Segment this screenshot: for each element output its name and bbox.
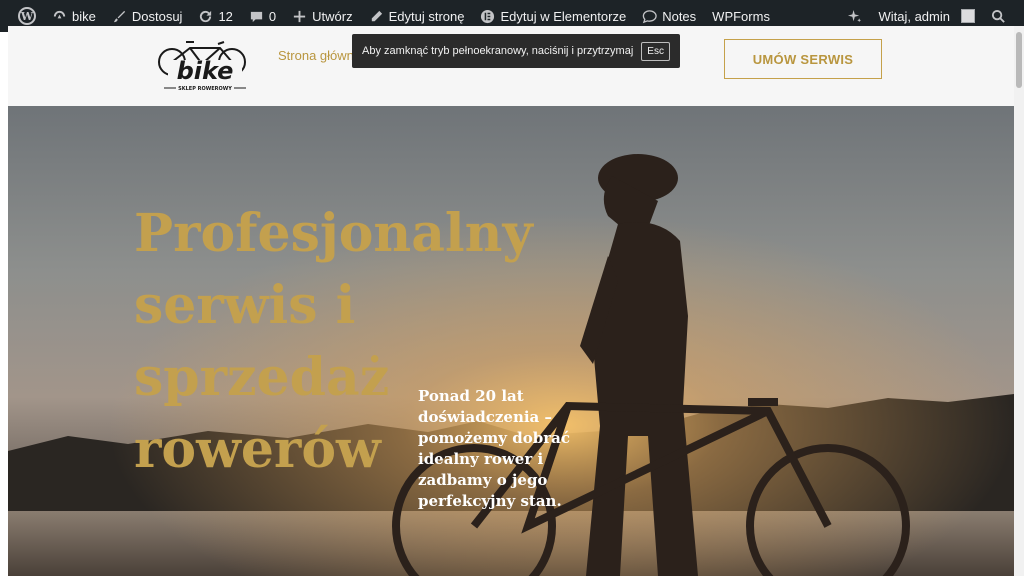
customize-label: Dostosuj (131, 8, 183, 24)
nav-item-home[interactable]: Strona główn (278, 48, 354, 63)
wordpress-icon: W (18, 7, 36, 25)
wpforms-label: WPForms (712, 8, 770, 24)
sparkle-icon (848, 9, 862, 22)
logo-wordmark: bike (177, 57, 234, 85)
fullscreen-exit-toast: Aby zamknąć tryb pełnoekranowy, naciśnij… (352, 34, 680, 68)
edit-page-label: Edytuj stronę (388, 8, 465, 24)
scrollbar-thumb[interactable] (1016, 32, 1022, 88)
site-name-label: bike (72, 8, 96, 24)
hero-section: Profesjonalny serwis i sprzedaż rowerów … (8, 106, 1014, 576)
new-content-label: Utwórz (312, 8, 353, 24)
greeting-label: Witaj, admin (878, 8, 950, 24)
update-icon (200, 10, 212, 22)
esc-key-badge: Esc (641, 41, 670, 61)
elementor-icon (481, 9, 495, 23)
bicycle-logo-icon: bike SKLEP ROWEROWY (158, 41, 246, 92)
edit-elementor-label: Edytuj w Elementorze (500, 8, 627, 24)
updates-count: 12 (218, 8, 233, 24)
pencil-icon (371, 10, 382, 21)
comment-icon (250, 11, 263, 22)
notes-label: Notes (662, 8, 697, 24)
hero-subtitle: Ponad 20 lat doświadczenia – pomożemy do… (418, 387, 570, 510)
avatar (961, 9, 975, 23)
fullscreen-toast-message: Aby zamknąć tryb pełnoekranowy, naciśnij… (362, 45, 634, 57)
plus-icon (294, 10, 306, 22)
site-logo[interactable]: bike SKLEP ROWEROWY (150, 36, 260, 96)
page-scrollbar[interactable] (1014, 26, 1024, 576)
book-service-button[interactable]: UMÓW SERWIS (724, 39, 882, 79)
dashboard-icon (53, 10, 66, 18)
comments-count: 0 (268, 8, 277, 24)
brush-icon (113, 10, 125, 22)
logo-tagline: SKLEP ROWEROWY (178, 86, 232, 92)
speech-bubble-icon (642, 9, 657, 23)
search-icon (991, 9, 1005, 23)
